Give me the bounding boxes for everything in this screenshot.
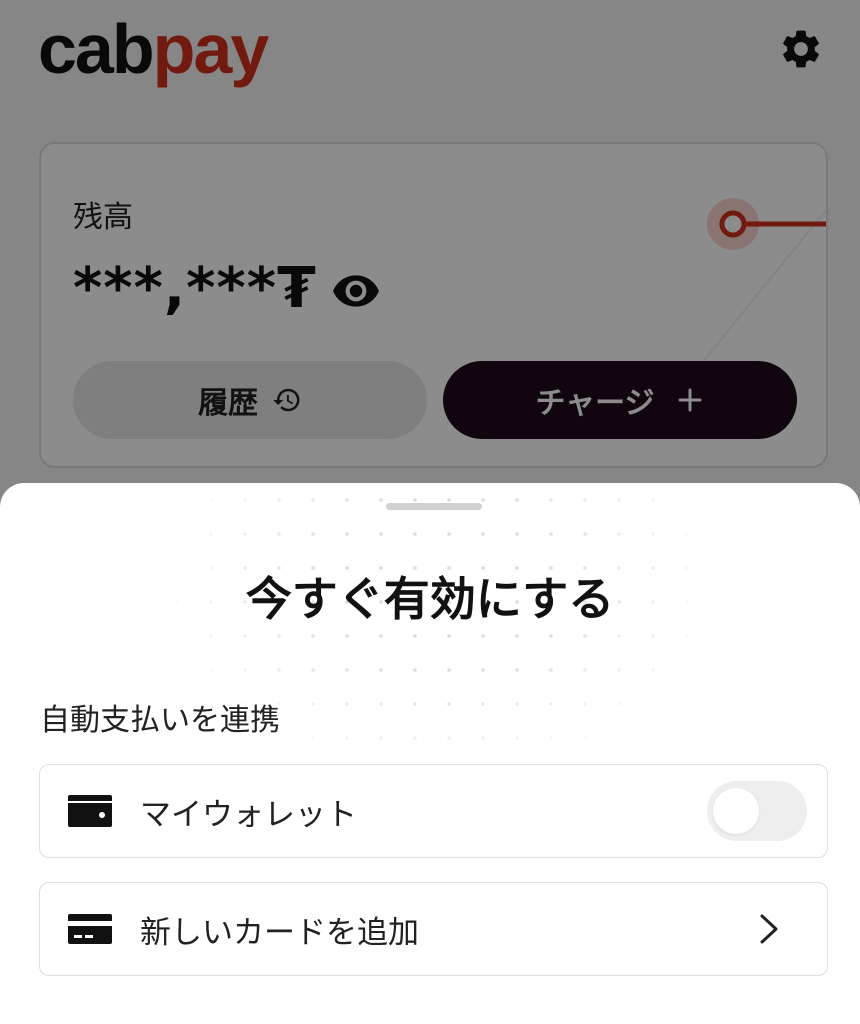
wallet-toggle[interactable] xyxy=(707,781,807,841)
section-label: 自動支払いを連携 xyxy=(40,703,280,738)
drag-handle[interactable] xyxy=(386,503,482,510)
add-card-label: 新しいカードを追加 xyxy=(140,914,419,951)
sheet-title: 今すぐ有効にする xyxy=(245,572,615,626)
credit-card-icon xyxy=(68,914,112,944)
wallet-option-row[interactable]: マイウォレット xyxy=(39,764,828,858)
toggle-knob xyxy=(713,788,759,834)
wallet-icon xyxy=(68,795,112,827)
bottom-sheet: 今すぐ有効にする 自動支払いを連携 マイウォレット 新しいカードを追加 xyxy=(0,483,860,1024)
chevron-right-icon xyxy=(760,914,778,944)
wallet-option-label: マイウォレット xyxy=(140,796,357,833)
screen: cabpay 残高 ***,***₮ 履歴 チャージ 今すぐ有効にする 自動支払… xyxy=(0,0,860,1024)
add-card-row[interactable]: 新しいカードを追加 xyxy=(39,882,828,976)
